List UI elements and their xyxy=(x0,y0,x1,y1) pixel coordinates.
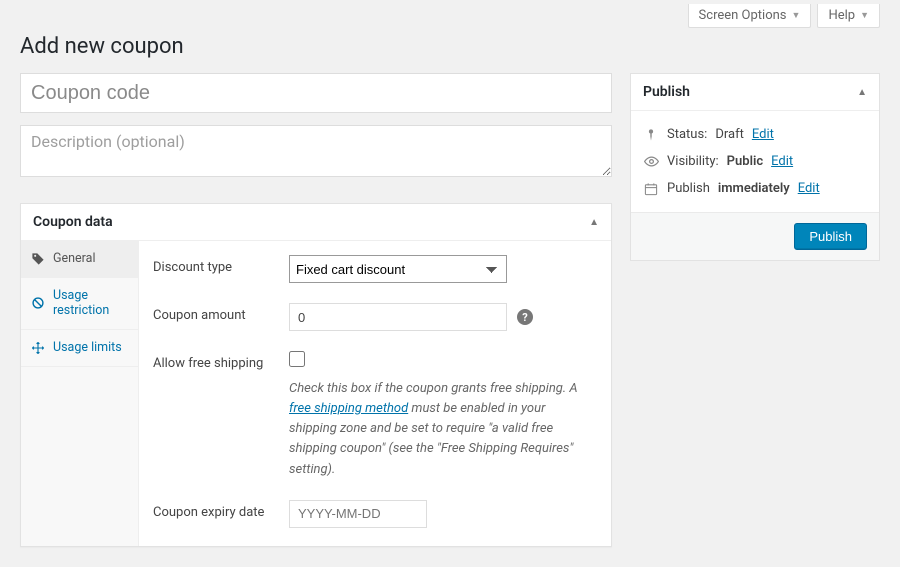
tab-usage-restriction[interactable]: Usage restriction xyxy=(21,278,138,330)
page-title: Add new coupon xyxy=(20,34,880,59)
publish-title: Publish xyxy=(643,84,690,100)
ban-icon xyxy=(31,296,45,310)
coupon-amount-label: Coupon amount xyxy=(153,303,289,323)
move-icon xyxy=(31,341,45,355)
publish-schedule-row: Publish immediately Edit xyxy=(643,175,867,202)
pin-icon xyxy=(643,128,659,142)
coupon-description-input[interactable] xyxy=(20,125,612,177)
visibility-edit-link[interactable]: Edit xyxy=(771,154,793,169)
tab-usage-limits-label: Usage limits xyxy=(53,340,122,356)
coupon-expiry-input[interactable] xyxy=(289,500,427,528)
tab-usage-restriction-label: Usage restriction xyxy=(53,288,128,319)
free-shipping-label: Allow free shipping xyxy=(153,351,289,371)
free-shipping-help: Check this box if the coupon grants free… xyxy=(289,379,579,480)
coupon-amount-input[interactable] xyxy=(289,303,507,331)
publish-visibility-row: Visibility: Public Edit xyxy=(643,148,867,175)
coupon-code-input[interactable] xyxy=(20,73,612,113)
help-icon[interactable]: ? xyxy=(517,309,533,325)
help-tab[interactable]: Help ▼ xyxy=(817,4,880,28)
panel-collapse-toggle[interactable]: ▲ xyxy=(589,217,599,228)
screen-options-tab[interactable]: Screen Options ▼ xyxy=(688,4,812,28)
tab-general[interactable]: General xyxy=(21,241,138,278)
tag-icon xyxy=(31,252,45,266)
status-value: Draft xyxy=(715,127,744,142)
help-label: Help xyxy=(828,8,855,23)
tab-usage-limits[interactable]: Usage limits xyxy=(21,330,138,367)
discount-type-label: Discount type xyxy=(153,255,289,275)
schedule-label: Publish xyxy=(667,181,710,196)
free-shipping-method-link[interactable]: free shipping method xyxy=(289,401,408,416)
status-label: Status: xyxy=(667,127,707,142)
coupon-tabs: General Usage restriction Usage limits xyxy=(21,241,139,546)
coupon-data-panel: Coupon data ▲ General Usage re xyxy=(20,203,612,547)
visibility-value: Public xyxy=(727,154,763,169)
publish-button[interactable]: Publish xyxy=(794,223,867,250)
publish-panel: Publish ▲ Status: Draft Edit Visibility: xyxy=(630,73,880,261)
publish-status-row: Status: Draft Edit xyxy=(643,121,867,148)
free-shipping-help-pre: Check this box if the coupon grants free… xyxy=(289,381,578,396)
schedule-value: immediately xyxy=(718,181,790,196)
publish-header: Publish ▲ xyxy=(631,74,879,111)
panel-collapse-toggle[interactable]: ▲ xyxy=(857,87,867,98)
free-shipping-checkbox[interactable] xyxy=(289,351,305,367)
caret-down-icon: ▼ xyxy=(860,10,869,21)
schedule-edit-link[interactable]: Edit xyxy=(798,181,820,196)
coupon-general-panel: Discount type Fixed cart discount Coupon… xyxy=(139,241,611,546)
tab-general-label: General xyxy=(53,251,96,267)
visibility-label: Visibility: xyxy=(667,154,719,169)
coupon-data-title: Coupon data xyxy=(33,214,113,230)
eye-icon xyxy=(643,154,659,169)
status-edit-link[interactable]: Edit xyxy=(752,127,774,142)
coupon-data-header: Coupon data ▲ xyxy=(21,204,611,241)
screen-options-label: Screen Options xyxy=(699,8,787,23)
discount-type-select[interactable]: Fixed cart discount xyxy=(289,255,507,283)
caret-down-icon: ▼ xyxy=(792,10,801,21)
calendar-icon xyxy=(643,182,659,196)
